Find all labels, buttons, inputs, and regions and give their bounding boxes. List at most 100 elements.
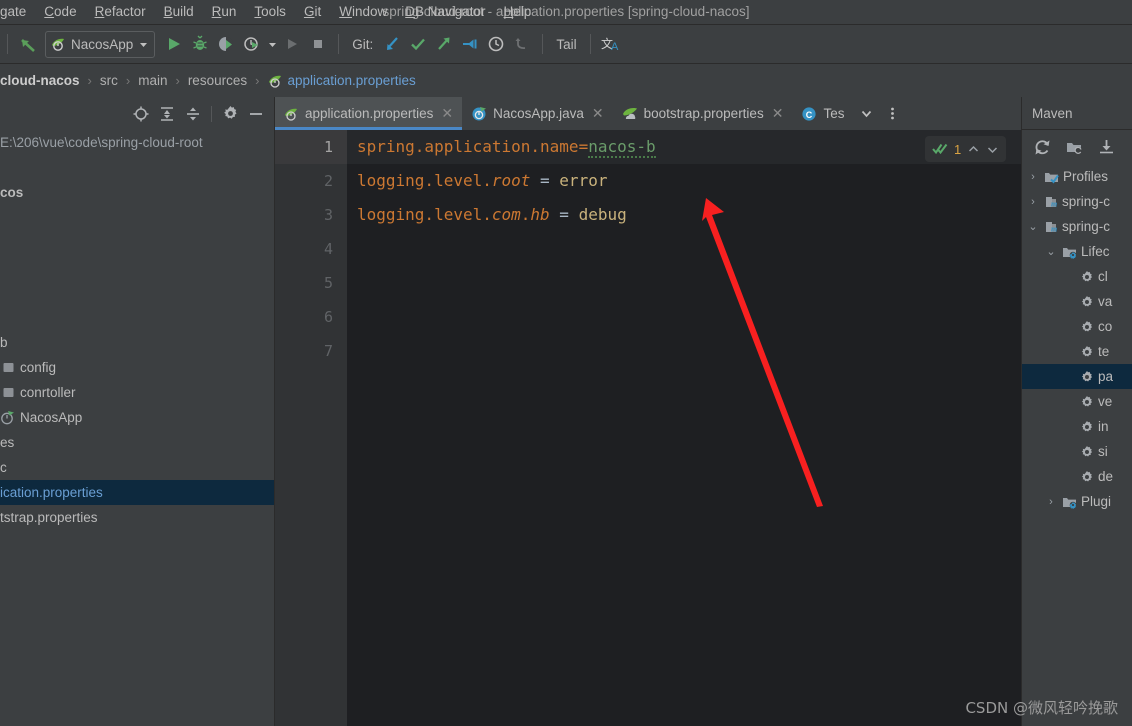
- run-with-coverage-icon[interactable]: [213, 31, 239, 57]
- maven-tree-item[interactable]: › Plugi: [1022, 489, 1132, 514]
- project-editor-splitter[interactable]: [274, 97, 275, 726]
- run-configuration-selector[interactable]: NacosApp: [45, 30, 156, 58]
- more-vertical-icon[interactable]: [879, 97, 905, 130]
- project-tree-item[interactable]: es: [0, 430, 274, 455]
- menu-item-gate[interactable]: gate: [0, 0, 35, 24]
- chevron-right-icon[interactable]: ›: [1026, 196, 1040, 208]
- maven-tree-item[interactable]: ve: [1022, 389, 1132, 414]
- maven-tree-item[interactable]: te: [1022, 339, 1132, 364]
- menu-item-code[interactable]: Code: [35, 0, 85, 24]
- tail-button[interactable]: Tail: [550, 37, 582, 52]
- project-tree-item[interactable]: ication.properties: [0, 480, 274, 505]
- maven-tree-item[interactable]: co: [1022, 314, 1132, 339]
- line-number[interactable]: 4: [274, 232, 347, 266]
- line-number[interactable]: 7: [274, 334, 347, 368]
- menu-item-run[interactable]: Run: [203, 0, 246, 24]
- download-sources-icon[interactable]: [1091, 134, 1121, 160]
- breadcrumb-item-1[interactable]: src: [100, 73, 118, 88]
- expand-all-icon[interactable]: [155, 102, 179, 126]
- chevron-down-icon[interactable]: [853, 97, 879, 130]
- editor-content[interactable]: spring.application.name=nacos-b logging.l…: [347, 130, 1022, 726]
- editor-line[interactable]: [347, 232, 1022, 266]
- debug-icon[interactable]: [187, 31, 213, 57]
- chevron-down-icon[interactable]: [986, 143, 999, 156]
- editor-line[interactable]: [347, 334, 1022, 368]
- project-tree-item[interactable]: tstrap.properties: [0, 505, 274, 530]
- chevron-down-icon[interactable]: ⌄: [1044, 245, 1058, 258]
- menu-item-build[interactable]: Build: [155, 0, 203, 24]
- editor-line[interactable]: spring.application.name=nacos-b: [347, 130, 1022, 164]
- editor-tab-bootstrap-properties[interactable]: bootstrap.properties ✕: [613, 97, 793, 130]
- editor-line[interactable]: logging.level.root = error: [347, 164, 1022, 198]
- editor-tab-application-properties[interactable]: application.properties ✕: [274, 97, 463, 130]
- project-tree-item[interactable]: b: [0, 330, 274, 355]
- project-tree[interactable]: E:\206\vue\code\spring-cloud-root cos b con…: [0, 130, 274, 726]
- close-icon[interactable]: ✕: [441, 105, 453, 122]
- chevron-up-icon[interactable]: [967, 143, 980, 156]
- menu-item-db-navigator[interactable]: DB Navigator: [396, 0, 494, 24]
- translate-icon[interactable]: 文 A: [598, 31, 624, 57]
- chevron-right-icon[interactable]: ›: [1026, 171, 1040, 183]
- maven-tree-item[interactable]: in: [1022, 414, 1132, 439]
- maven-tree[interactable]: › Profiles › m spring-c ⌄ m spring-c ⌄ Lifec cl va c…: [1022, 164, 1132, 726]
- git-commit-icon[interactable]: [405, 31, 431, 57]
- maven-tree-item[interactable]: cl: [1022, 264, 1132, 289]
- chevron-down-icon[interactable]: ⌄: [1026, 220, 1040, 233]
- editor-maven-splitter[interactable]: [1021, 97, 1022, 726]
- maven-tree-item[interactable]: va: [1022, 289, 1132, 314]
- git-update-icon[interactable]: [379, 31, 405, 57]
- settings-gear-icon[interactable]: [218, 102, 242, 126]
- editor-tab-tes[interactable]: C Tes: [792, 97, 853, 130]
- project-tree-item[interactable]: c: [0, 455, 274, 480]
- menu-item-help[interactable]: Help: [495, 0, 541, 24]
- project-tree-item[interactable]: cos: [0, 180, 274, 205]
- reimport-icon[interactable]: [1027, 134, 1057, 160]
- inspection-widget[interactable]: 1: [925, 136, 1007, 162]
- line-number[interactable]: 3: [274, 198, 347, 232]
- breadcrumb-item-4[interactable]: application.properties: [267, 73, 416, 89]
- profiler-dropdown-icon[interactable]: [265, 31, 279, 57]
- line-number[interactable]: 1: [274, 130, 347, 164]
- generate-sources-icon[interactable]: [1059, 134, 1089, 160]
- maven-tree-item[interactable]: ⌄ m spring-c: [1022, 214, 1132, 239]
- breadcrumb-item-2[interactable]: main: [138, 73, 167, 88]
- hide-icon[interactable]: [244, 102, 268, 126]
- profiler-icon[interactable]: [239, 31, 265, 57]
- rerun-icon[interactable]: [279, 31, 305, 57]
- line-number[interactable]: 6: [274, 300, 347, 334]
- menu-item-tools[interactable]: Tools: [245, 0, 295, 24]
- line-number[interactable]: 5: [274, 266, 347, 300]
- breadcrumb-item-3[interactable]: resources: [188, 73, 247, 88]
- maven-tree-item[interactable]: › m spring-c: [1022, 189, 1132, 214]
- editor-tab-nacosapp-java[interactable]: NacosApp.java ✕: [462, 97, 613, 130]
- chevron-right-icon[interactable]: ›: [1044, 496, 1058, 508]
- menu-item-git[interactable]: Git: [295, 0, 330, 24]
- editor-line[interactable]: [347, 266, 1022, 300]
- editor-line[interactable]: logging.level.com.hb = debug: [347, 198, 1022, 232]
- maven-tree-item[interactable]: ⌄ Lifec: [1022, 239, 1132, 264]
- git-push-icon[interactable]: [431, 31, 457, 57]
- collapse-all-icon[interactable]: [181, 102, 205, 126]
- project-tree-item[interactable]: conrtoller: [0, 380, 274, 405]
- editor-line[interactable]: [347, 300, 1022, 334]
- maven-tree-item[interactable]: pa: [1022, 364, 1132, 389]
- menu-item-window[interactable]: Window: [330, 0, 396, 24]
- close-icon[interactable]: ✕: [772, 105, 784, 122]
- locate-icon[interactable]: [129, 102, 153, 126]
- git-revert-icon[interactable]: [509, 31, 535, 57]
- menu-item-refactor[interactable]: Refactor: [86, 0, 155, 24]
- close-icon[interactable]: ✕: [592, 105, 604, 122]
- run-icon[interactable]: [161, 31, 187, 57]
- project-tree-item[interactable]: E:\206\vue\code\spring-cloud-root: [0, 130, 274, 155]
- git-checkout-icon[interactable]: [457, 31, 483, 57]
- stop-icon[interactable]: [305, 31, 331, 57]
- project-tree-item[interactable]: NacosApp: [0, 405, 274, 430]
- back-arrow-icon[interactable]: [15, 31, 41, 57]
- project-tree-item[interactable]: config: [0, 355, 274, 380]
- line-number[interactable]: 2: [274, 164, 347, 198]
- maven-tree-item[interactable]: si: [1022, 439, 1132, 464]
- git-history-icon[interactable]: [483, 31, 509, 57]
- maven-tree-item[interactable]: › Profiles: [1022, 164, 1132, 189]
- maven-tree-item[interactable]: de: [1022, 464, 1132, 489]
- chevron-down-icon[interactable]: [138, 39, 149, 50]
